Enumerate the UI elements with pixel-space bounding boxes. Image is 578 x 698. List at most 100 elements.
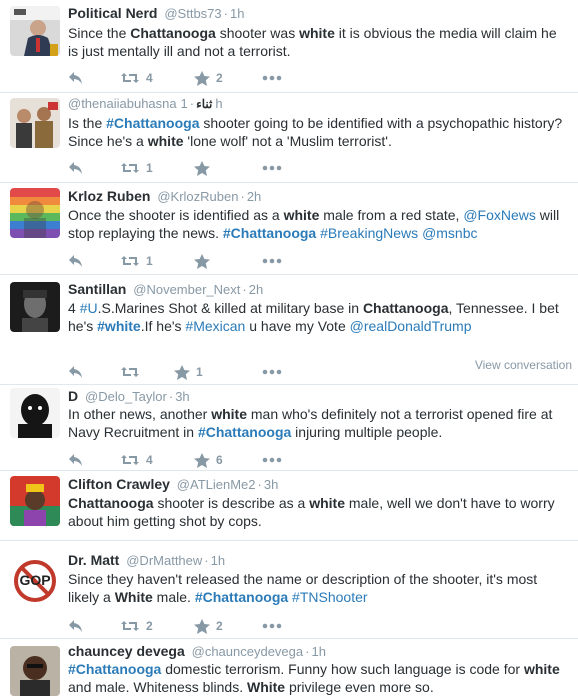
user-handle[interactable]: @Sttbs73 xyxy=(164,6,221,21)
star-icon xyxy=(194,160,210,176)
more-button[interactable] xyxy=(262,70,282,86)
timestamp[interactable]: 1h xyxy=(230,6,244,21)
avatar-thenaiiabuhasna[interactable] xyxy=(10,98,60,148)
display-name[interactable]: Dr. Matt xyxy=(68,552,119,568)
retweet-button[interactable]: 4 xyxy=(120,452,153,468)
more-button[interactable] xyxy=(262,364,282,380)
retweet-count: 2 xyxy=(146,619,153,633)
tweet-link[interactable]: @msnbc xyxy=(422,225,477,241)
more-button[interactable] xyxy=(262,253,282,269)
display-name[interactable]: chauncey devega xyxy=(68,643,185,659)
retweet-button[interactable]: 4 xyxy=(120,70,153,86)
tweet-text: In other news, another white man who's d… xyxy=(68,405,570,441)
tweet-link[interactable]: #Chattanooga xyxy=(198,424,291,440)
tweet-header: Clifton Crawley @ATLienMe2 · 3h xyxy=(68,476,278,493)
avatar-santillan[interactable] xyxy=(10,282,60,332)
reply-icon xyxy=(68,161,84,175)
user-handle[interactable]: @November_Next xyxy=(133,282,240,297)
retweet-button[interactable]: 2 xyxy=(120,618,153,634)
tweet-link[interactable]: #Mexican xyxy=(185,318,245,334)
timestamp[interactable]: 2h xyxy=(247,189,261,204)
like-button[interactable]: 2 xyxy=(194,618,223,634)
display-name[interactable]: Krloz Ruben xyxy=(68,188,150,204)
timestamp[interactable]: 2h xyxy=(249,282,263,297)
like-button[interactable] xyxy=(194,253,210,269)
more-button[interactable] xyxy=(262,160,282,176)
display-name[interactable]: Clifton Crawley xyxy=(68,476,170,492)
more-icon xyxy=(262,258,282,264)
retweet-button[interactable] xyxy=(120,364,140,380)
avatar-krlozruben[interactable] xyxy=(10,188,60,238)
tweet-header: Krloz Ruben @KrlozRuben · 2h xyxy=(68,188,261,205)
display-name[interactable]: Political Nerd xyxy=(68,5,157,21)
retweet-icon xyxy=(120,619,140,633)
highlighted-keyword: white xyxy=(309,495,345,511)
more-icon xyxy=(262,457,282,463)
reply-button[interactable] xyxy=(68,618,84,634)
reply-icon xyxy=(68,365,84,379)
timestamp[interactable]: 1h xyxy=(311,644,325,659)
reply-icon xyxy=(68,71,84,85)
reply-button[interactable] xyxy=(68,160,84,176)
retweet-count: 4 xyxy=(146,71,153,85)
tweet-link[interactable]: #Chattanooga xyxy=(68,661,161,677)
more-button[interactable] xyxy=(262,618,282,634)
more-icon xyxy=(262,165,282,171)
separator-dot: · xyxy=(240,189,245,204)
tweet-link[interactable]: #TNShooter xyxy=(292,589,367,605)
avatar-political-nerd[interactable] xyxy=(10,6,60,56)
user-handle[interactable]: @chaunceydevega xyxy=(192,644,304,659)
tweet-link[interactable]: @FoxNews xyxy=(463,207,536,223)
tweet-link[interactable]: #U xyxy=(80,300,98,316)
tweet-text-segment: shooter is describe as a xyxy=(153,495,310,511)
like-count: 2 xyxy=(216,619,223,633)
like-button[interactable]: 6 xyxy=(194,452,223,468)
like-button[interactable]: 2 xyxy=(194,70,223,86)
more-icon xyxy=(262,75,282,81)
tweet-text-segment: Once the shooter is identified as a xyxy=(68,207,284,223)
display-name[interactable]: Santillan xyxy=(68,281,126,297)
more-button[interactable] xyxy=(262,452,282,468)
retweet-button[interactable]: 1 xyxy=(120,253,153,269)
tweet-link[interactable]: #Chattanooga xyxy=(195,589,288,605)
timestamp[interactable]: 3h xyxy=(175,389,189,404)
tweet-text: Once the shooter is identified as a whit… xyxy=(68,206,570,242)
avatar-chaunceydevega[interactable] xyxy=(10,646,60,696)
timestamp[interactable]: 3h xyxy=(264,477,278,492)
like-button[interactable]: 1 xyxy=(174,364,203,380)
star-icon xyxy=(194,70,210,86)
like-button[interactable] xyxy=(194,160,210,176)
highlighted-keyword: Chattanooga xyxy=(68,495,154,511)
star-icon xyxy=(194,452,210,468)
view-conversation-link[interactable]: View conversation xyxy=(475,358,572,372)
star-icon xyxy=(174,364,190,380)
user-handle[interactable]: @KrlozRuben xyxy=(157,189,238,204)
user-handle[interactable]: @Delo_Taylor xyxy=(85,389,167,404)
reply-button[interactable] xyxy=(68,253,84,269)
avatar-delo-taylor[interactable] xyxy=(10,388,60,438)
display-name-extra[interactable]: ثناء xyxy=(196,97,212,111)
tweet-link[interactable]: #BreakingNews xyxy=(320,225,418,241)
tweet-text-segment: Is the xyxy=(68,115,107,131)
tweet-link[interactable]: @realDonaldTrump xyxy=(350,318,472,334)
divider xyxy=(0,92,578,93)
user-handle[interactable]: @thenaiiabuhasna xyxy=(68,96,177,111)
reply-button[interactable] xyxy=(68,452,84,468)
tweet-link[interactable]: #white xyxy=(97,318,141,334)
avatar-drmatthew[interactable]: GOP xyxy=(10,556,60,606)
display-name[interactable]: D xyxy=(68,388,78,404)
reply-button[interactable] xyxy=(68,364,84,380)
tweet-text-segment: .If he's xyxy=(140,318,186,334)
user-handle[interactable]: @ATLienMe2 xyxy=(177,477,256,492)
reply-button[interactable] xyxy=(68,70,84,86)
tweet-link[interactable]: #Chattanooga xyxy=(223,225,316,241)
timestamp[interactable]: 1h xyxy=(211,553,225,568)
user-handle[interactable]: @DrMatthew xyxy=(126,553,202,568)
avatar-atlienme2[interactable] xyxy=(10,476,60,526)
tweet-text: Since they haven't released the name or … xyxy=(68,570,570,606)
retweet-button[interactable]: 1 xyxy=(120,160,153,176)
star-icon xyxy=(194,618,210,634)
tweet-text-segment: Since the xyxy=(68,25,131,41)
more-icon xyxy=(262,369,282,375)
tweet-link[interactable]: #Chattanooga xyxy=(106,115,199,131)
